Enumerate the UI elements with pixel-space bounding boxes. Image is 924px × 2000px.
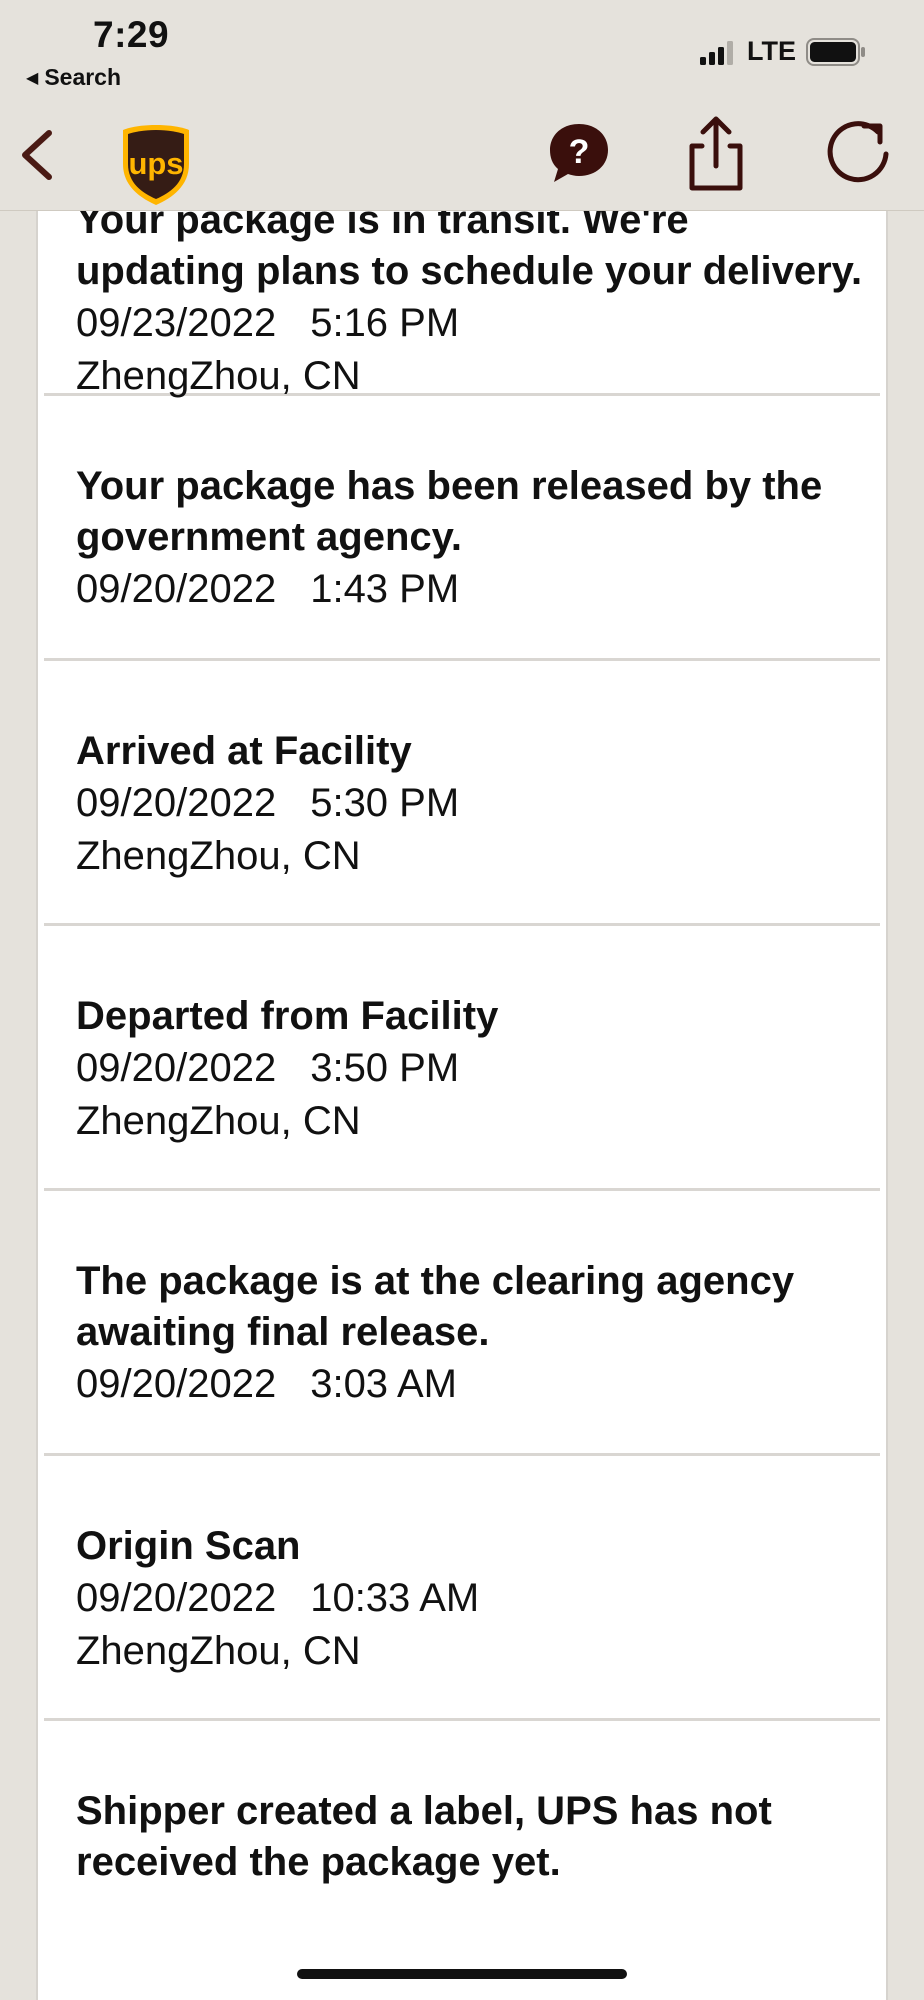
- tracking-history[interactable]: Your package is in transit. We're updati…: [36, 211, 888, 2000]
- home-indicator[interactable]: [297, 1969, 627, 1979]
- back-to-search-label: Search: [44, 64, 122, 90]
- event-date: 09/20/2022: [76, 781, 277, 825]
- event-time: 1:43 PM: [310, 567, 460, 611]
- refresh-button[interactable]: [820, 114, 896, 190]
- event-item: Arrived at Facility 09/20/2022 5:30 PM Zh…: [44, 661, 880, 926]
- ups-logo: ups: [120, 122, 192, 208]
- status-time: 7:29: [93, 14, 170, 55]
- cellular-signal-icon: [700, 41, 733, 65]
- event-location: ZhengZhou, CN: [76, 834, 361, 878]
- event-description: Shipper created a label, UPS has not rec…: [76, 1789, 772, 1884]
- event-description: Arrived at Facility: [76, 729, 412, 773]
- back-button[interactable]: [12, 120, 62, 190]
- back-triangle-icon: ◀: [26, 68, 39, 87]
- event-location: ZhengZhou, CN: [76, 1629, 361, 1673]
- event-list: Your package is in transit. We're updati…: [38, 211, 886, 1986]
- event-date: 09/23/2022: [76, 301, 277, 345]
- refresh-icon: [827, 121, 889, 183]
- event-description: Origin Scan: [76, 1524, 301, 1568]
- event-datetime: 09/23/2022 5:16 PM: [76, 297, 880, 350]
- ups-shield-icon: ups: [123, 125, 189, 205]
- event-datetime: 09/20/2022 10:33 AM: [76, 1572, 880, 1625]
- event-time: 3:50 PM: [310, 1046, 460, 1090]
- event-date: 09/20/2022: [76, 1362, 277, 1406]
- event-date: 09/20/2022: [76, 1046, 277, 1090]
- event-description: The package is at the clearing agency aw…: [76, 1259, 795, 1354]
- event-datetime: 09/20/2022 5:30 PM: [76, 777, 880, 830]
- question-bubble-icon: ?: [550, 124, 608, 182]
- event-time: 5:16 PM: [310, 301, 460, 345]
- share-icon: [689, 116, 743, 191]
- chevron-left-icon: [22, 130, 52, 180]
- event-description: Your package is in transit. We're updati…: [76, 211, 863, 293]
- event-item: Origin Scan 09/20/2022 10:33 AM ZhengZhou…: [44, 1456, 880, 1721]
- event-date: 09/20/2022: [76, 567, 277, 611]
- event-datetime: 09/20/2022 3:03 AM: [76, 1358, 880, 1411]
- top-chrome: 7:29 ◀ Search LTE ups ?: [0, 0, 924, 211]
- event-item: The package is at the clearing agency aw…: [44, 1191, 880, 1456]
- help-button[interactable]: ?: [546, 120, 612, 186]
- event-item: Shipper created a label, UPS has not rec…: [44, 1721, 880, 1986]
- event-item: Your package is in transit. We're updati…: [44, 211, 880, 398]
- svg-text:?: ?: [569, 133, 590, 171]
- event-time: 5:30 PM: [310, 781, 460, 825]
- svg-text:ups: ups: [128, 146, 183, 181]
- event-datetime: 09/20/2022 3:50 PM: [76, 1042, 880, 1095]
- network-type: LTE: [747, 36, 796, 66]
- event-description: Your package has been released by the go…: [76, 464, 823, 559]
- share-button[interactable]: [680, 112, 752, 194]
- event-time: 3:03 AM: [310, 1362, 457, 1406]
- event-item: Departed from Facility 09/20/2022 3:50 PM…: [44, 926, 880, 1191]
- event-location: ZhengZhou, CN: [76, 1099, 361, 1143]
- event-time: 10:33 AM: [310, 1576, 480, 1620]
- back-to-search-link[interactable]: ◀ Search: [26, 64, 121, 91]
- event-item: Your package has been released by the go…: [44, 396, 880, 661]
- event-datetime: 09/20/2022 1:43 PM: [76, 563, 880, 616]
- event-date: 09/20/2022: [76, 1576, 277, 1620]
- event-description: Departed from Facility: [76, 994, 499, 1038]
- battery-icon: [806, 38, 865, 66]
